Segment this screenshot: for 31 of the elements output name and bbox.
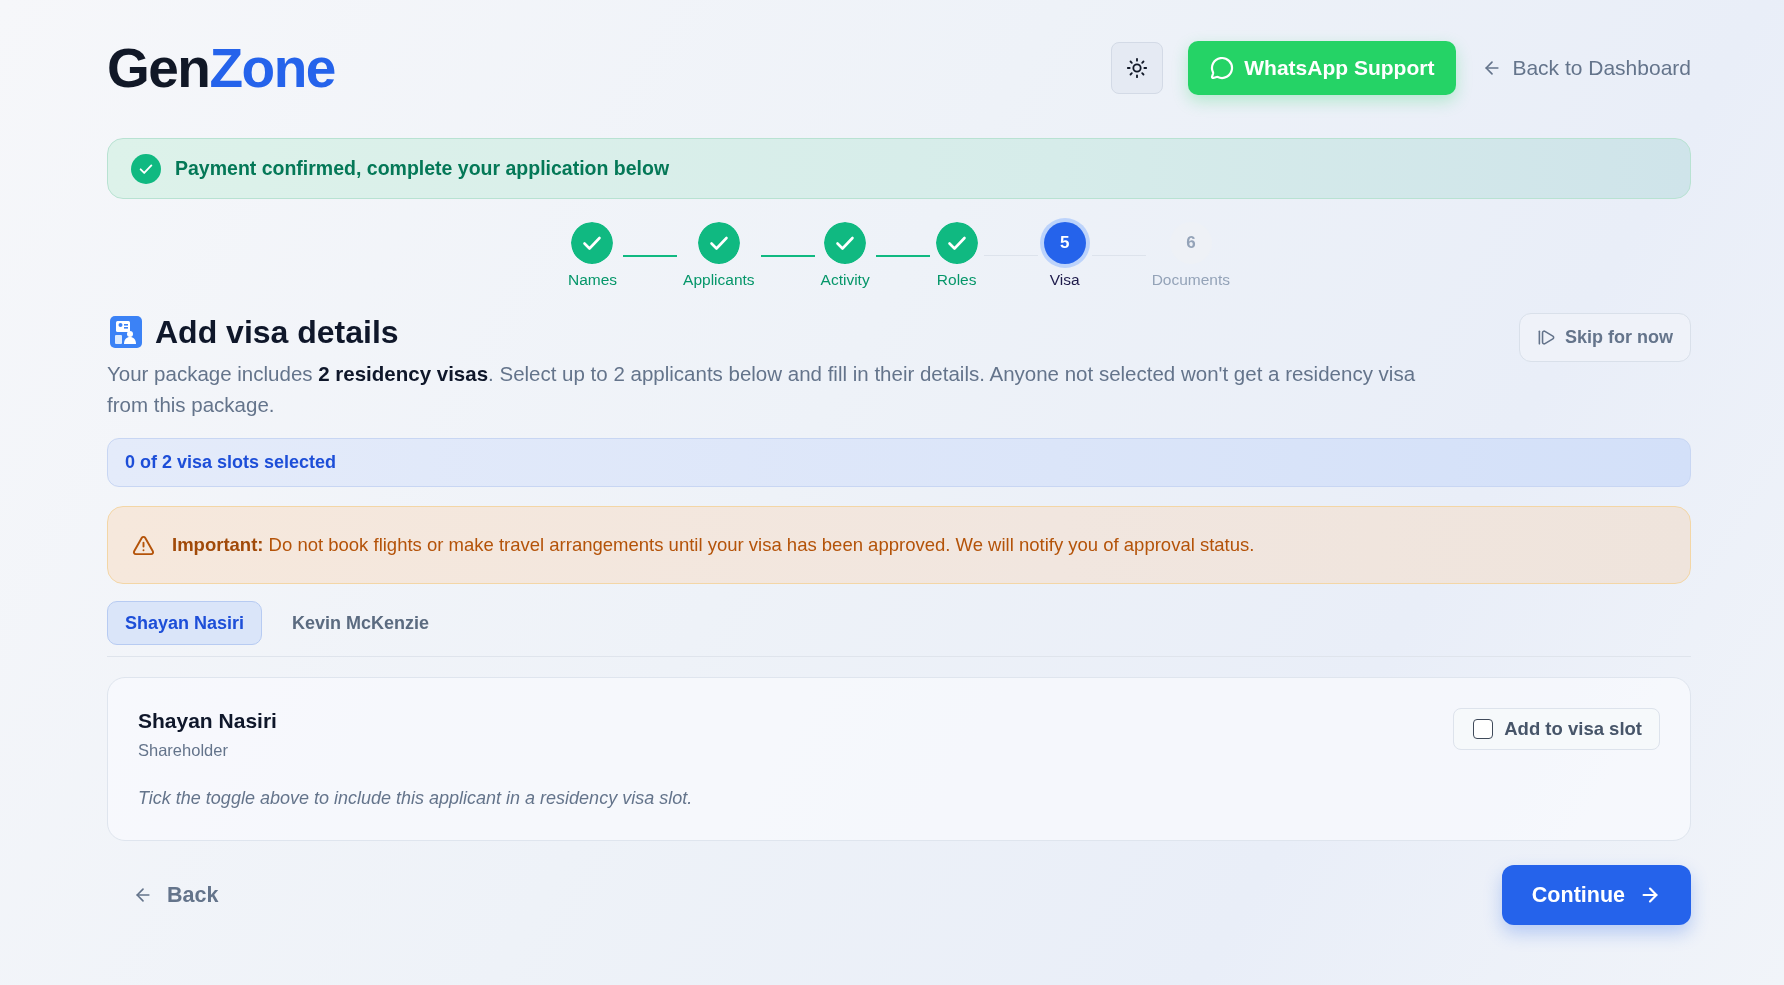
checkbox[interactable] xyxy=(1473,719,1494,739)
step-label: Activity xyxy=(820,271,870,289)
skip-button[interactable]: Skip for now xyxy=(1519,313,1691,362)
check-circle-icon xyxy=(131,153,161,184)
section-title: Add visa details xyxy=(155,313,399,351)
back-button[interactable]: Back xyxy=(107,865,245,925)
id-card-icon xyxy=(110,316,142,348)
banner-text: Payment confirmed, complete your application below xyxy=(175,157,670,180)
logo: GenZone xyxy=(107,40,335,96)
back-to-dashboard-link[interactable]: Back to Dashboard xyxy=(1482,56,1691,80)
theme-toggle-button[interactable] xyxy=(1111,42,1164,94)
sun-icon xyxy=(1126,57,1149,79)
intro-text: Your package includes 2 residency visas. Select up to 2 applicants below and fill in their details. Anyone not selected won't get a residency visa from this package. xyxy=(107,361,1417,418)
step-label: Names xyxy=(567,271,618,289)
warning-icon xyxy=(132,533,155,557)
warning-text: Important: Do not book flights or make travel arrangements until your visa has been approved. We will notify you of approval status. xyxy=(172,534,1255,556)
applicant-note: Tick the toggle above to include this applicant in a residency visa slot. xyxy=(138,787,693,810)
skip-forward-icon xyxy=(1537,328,1556,347)
step-label: Roles xyxy=(936,271,977,289)
step-label: Applicants xyxy=(683,271,755,289)
applicant-role: Shareholder xyxy=(138,740,229,760)
applicant-tab[interactable]: Shayan Nasiri xyxy=(107,601,263,645)
step-label: Documents xyxy=(1151,271,1231,289)
applicant-tab[interactable]: Kevin McKenzie xyxy=(274,601,448,645)
visa-slot-toggle[interactable]: Add to visa slot xyxy=(1453,708,1660,750)
step-number: 5 xyxy=(1043,222,1086,264)
continue-button[interactable]: Continue xyxy=(1501,865,1691,925)
applicant-name: Shayan Nasiri xyxy=(138,708,277,734)
slots-counter-text: 0 of 2 visa slots selected xyxy=(125,452,337,473)
chat-bubble-icon xyxy=(1210,56,1235,80)
step-label: Visa xyxy=(1049,271,1080,289)
